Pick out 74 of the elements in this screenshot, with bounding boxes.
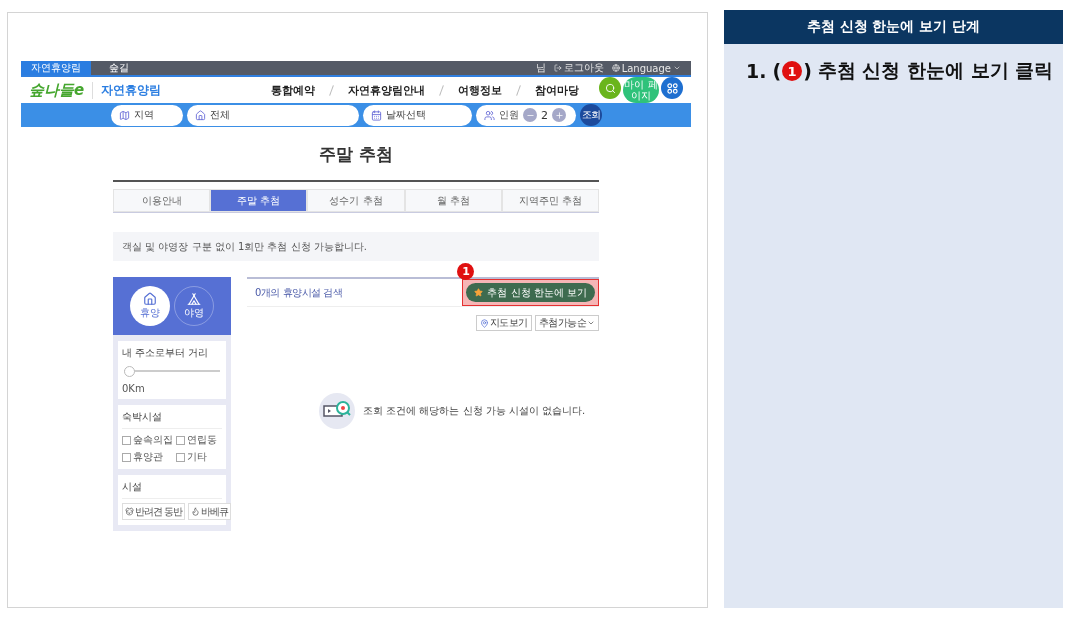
overview-button[interactable]: 추첨 신청 한눈에 보기 [466, 283, 595, 302]
distance-label: 내 주소로부터 거리 [122, 346, 210, 360]
facility-select[interactable]: 전체 [187, 104, 359, 126]
star-icon [474, 288, 484, 297]
lodging-title: 숙박시설 [122, 410, 163, 424]
logout-link[interactable]: 로그아웃 [553, 61, 604, 75]
callout-badge: 1 [457, 263, 475, 280]
lottery-tab[interactable]: 지역주민 추첨 [501, 189, 599, 212]
logout-icon [553, 64, 562, 72]
plus-button[interactable] [552, 108, 566, 122]
nav-item[interactable]: 참여마당 [535, 82, 580, 98]
notice-text: 객실 및 야영장 구분 없이 1회만 추첨 신청 가능합니다. [113, 232, 599, 261]
people-count: 2 [541, 108, 548, 122]
caret-icon [587, 319, 595, 327]
people-label: 인원 [499, 108, 519, 122]
step-text: 추첨 신청 한눈에 보기 클릭 [817, 58, 1054, 83]
facility-title: 시설 [122, 480, 143, 494]
site-name: 자연휴양림 [92, 81, 162, 99]
distance-reading: 0Km [122, 383, 146, 394]
lodging-option[interactable]: 기타 [176, 450, 222, 464]
flame-icon [191, 507, 201, 516]
lodging-option[interactable]: 연립동 [176, 433, 222, 447]
map-view-button[interactable]: 지도보기 [475, 315, 532, 331]
facility-option[interactable]: 바베큐 [188, 503, 232, 520]
tent-icon [187, 292, 201, 306]
slider-thumb[interactable] [124, 366, 135, 377]
top-tab[interactable]: 자연휴양림 [21, 61, 91, 75]
submit-button[interactable]: 조회 [580, 104, 602, 126]
grid-menu-button[interactable] [661, 77, 683, 99]
map-pin-icon [479, 318, 489, 328]
step-badge: 1 [782, 61, 803, 81]
type-button[interactable]: 휴양 [130, 286, 170, 326]
facility-option[interactable]: 반려견 동반 [122, 503, 186, 520]
step-paren: ( [772, 60, 782, 82]
lottery-tab[interactable]: 이용안내 [113, 189, 211, 212]
lodging-option[interactable]: 휴양관 [122, 450, 173, 464]
house-icon [143, 292, 157, 306]
lottery-tab[interactable]: 월 추첨 [404, 189, 502, 212]
language-menu[interactable]: Language [611, 62, 681, 74]
calendar-icon [371, 109, 382, 121]
checkbox[interactable] [122, 435, 131, 445]
result-count: 0개의 휴양시설 검색 [255, 285, 343, 300]
four-circles-icon [666, 82, 678, 94]
lottery-tab[interactable]: 성수기 추첨 [307, 189, 405, 212]
lodging-option[interactable]: 숲속의집 [122, 433, 173, 447]
people-icon [484, 109, 495, 121]
region-select[interactable]: 지역 [111, 104, 183, 126]
people-stepper[interactable]: 인원 2 [476, 104, 576, 126]
guide-title: 추첨 신청 한눈에 보기 단계 [724, 10, 1063, 44]
search-icon [604, 82, 616, 94]
nav-item[interactable]: 자연휴양림안내 [348, 82, 426, 98]
user-label: 님 [535, 61, 546, 75]
plus-icon [554, 110, 564, 120]
top-tab[interactable]: 숲길 [91, 61, 146, 75]
search-button[interactable] [599, 77, 621, 99]
dog-icon [125, 507, 134, 516]
date-select[interactable]: 날짜선택 [363, 104, 472, 126]
empty-message: 조회 조건에 해당하는 신청 가능 시설이 없습니다. [363, 404, 586, 418]
house-icon [195, 109, 206, 121]
lottery-tab[interactable]: 주말 추첨 [210, 189, 308, 212]
sort-dropdown[interactable]: 추첨가능순 [534, 315, 599, 331]
minus-button[interactable] [523, 108, 537, 122]
page-title: 주말 추첨 [318, 143, 394, 166]
globe-icon [611, 64, 620, 72]
map-icon [119, 109, 130, 121]
nav-item[interactable]: 여행정보 [458, 82, 503, 98]
step-paren: ) [803, 60, 812, 82]
checkbox[interactable] [176, 435, 185, 445]
nav-item[interactable]: 통합예약 [271, 82, 316, 98]
checkbox[interactable] [176, 452, 185, 462]
search-empty-icon [319, 393, 355, 429]
step-number: 1. [746, 60, 767, 82]
checkbox[interactable] [122, 452, 131, 462]
caret-icon [673, 64, 681, 72]
